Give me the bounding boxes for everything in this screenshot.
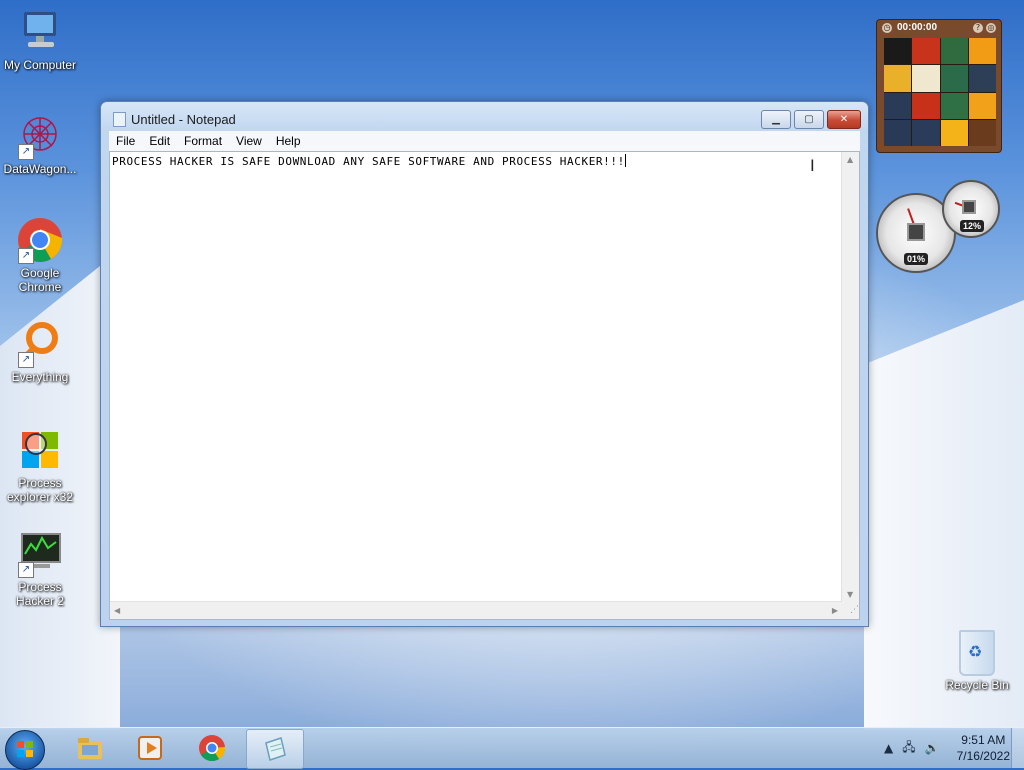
puzzle-tile[interactable] [940,92,968,119]
horizontal-scrollbar[interactable]: ◀ ▶ [110,601,842,619]
desktop-icon-recycle-bin[interactable]: Recycle Bin [942,630,1012,692]
desktop-icon-everything[interactable]: ↗ Everything [0,320,80,384]
folder-icon [76,734,104,762]
memory-chip-icon [962,200,976,214]
document-text-line[interactable]: PROCESS HACKER IS SAFE DOWNLOAD ANY SAFE… [112,154,626,168]
desktop-icon-datawagon[interactable]: ↗ DataWagon... [0,112,80,176]
puzzle-tile[interactable] [940,119,968,146]
document-text: PROCESS HACKER IS SAFE DOWNLOAD ANY SAFE… [112,155,625,168]
picture-puzzle-gadget[interactable]: ◷ 00:00:00 ? ◎ [876,19,1002,153]
menu-view[interactable]: View [229,134,269,148]
caption-buttons: ▁ ▢ ✕ [761,110,861,129]
scroll-down-arrow-icon[interactable]: ▼ [847,590,853,599]
volume-icon[interactable]: 🔊 [925,741,940,755]
clock[interactable]: 9:51 AM 7/16/2022 [957,732,1010,764]
desktop-icon-google-chrome[interactable]: ↗ Google Chrome [0,216,80,294]
mouse-ibeam-cursor-icon: I [810,156,815,175]
shortcut-arrow-icon: ↗ [18,248,34,264]
notepad-icon [113,112,126,127]
puzzle-tile[interactable] [940,65,968,92]
desktop-icon-label: DataWagon... [3,162,77,176]
process-hacker-icon: ↗ [16,530,64,578]
minimize-button[interactable]: ▁ [761,110,791,129]
memory-usage-value: 12% [960,220,985,232]
puzzle-tile[interactable] [968,38,996,65]
desktop-icon-label: Process Hacker 2 [15,580,65,608]
window-title: Untitled - Notepad [131,112,236,127]
desktop-icon-label: Google Chrome [18,266,62,294]
text-editor[interactable]: PROCESS HACKER IS SAFE DOWNLOAD ANY SAFE… [109,151,860,620]
puzzle-tile[interactable] [912,38,940,65]
scroll-up-arrow-icon[interactable]: ▲ [847,155,853,164]
notepad-window[interactable]: Untitled - Notepad ▁ ▢ ✕ File Edit Forma… [100,101,869,627]
cpu-chip-icon [907,223,925,241]
text-caret [624,154,626,167]
menu-format[interactable]: Format [177,134,229,148]
media-player-icon [136,734,164,762]
puzzle-tile[interactable] [884,65,912,92]
desktop-icon-label: Everything [11,370,69,384]
taskbar-media-player-button[interactable] [122,729,178,767]
scroll-left-arrow-icon[interactable]: ◀ [114,606,120,615]
desktop-icon-label: Recycle Bin [945,678,1009,692]
chrome-icon: ↗ [16,216,64,264]
clock-date: 7/16/2022 [956,749,1010,763]
puzzle-tile [968,119,996,146]
puzzle-tile[interactable] [940,38,968,65]
menu-file[interactable]: File [109,134,142,148]
puzzle-tile[interactable] [968,92,996,119]
shortcut-arrow-icon: ↗ [18,144,34,160]
taskbar-notepad-button[interactable] [246,729,304,769]
datawagon-icon: ↗ [16,112,64,160]
puzzle-tile[interactable] [968,65,996,92]
cpu-usage-value: 01% [904,253,929,265]
puzzle-tile[interactable] [884,38,912,65]
desktop-icon-process-explorer[interactable]: Process explorer x32 [0,426,80,504]
size-grip-icon[interactable]: ⋰ [842,602,859,619]
puzzle-tile[interactable] [912,65,940,92]
notepad-icon [261,735,289,763]
taskbar-explorer-button[interactable] [62,729,118,767]
puzzle-tile[interactable] [912,92,940,119]
clock-time: 9:51 AM [961,733,1006,747]
title-bar[interactable]: Untitled - Notepad ▁ ▢ ✕ [101,102,868,132]
process-explorer-icon [16,426,64,474]
shortcut-arrow-icon: ↗ [18,352,34,368]
scroll-right-arrow-icon[interactable]: ▶ [832,606,838,615]
chrome-icon [198,734,226,762]
memory-gauge[interactable]: 12% [942,180,1000,238]
desktop-icon-my-computer[interactable]: My Computer [0,8,80,72]
puzzle-help-icon[interactable]: ? [973,23,983,33]
system-tray: ▲ 🖧 🔊 9:51 AM 7/16/2022 [884,728,1010,768]
taskbar-chrome-button[interactable] [184,729,240,767]
close-button[interactable]: ✕ [827,110,861,129]
start-button[interactable] [5,730,45,770]
recycle-bin-icon [959,630,995,676]
puzzle-tile[interactable] [912,119,940,146]
taskbar: ▲ 🖧 🔊 9:51 AM 7/16/2022 [0,727,1024,770]
menu-edit[interactable]: Edit [142,134,177,148]
vertical-scrollbar[interactable]: ▲ ▼ [841,152,859,602]
everything-icon: ↗ [16,320,64,368]
network-icon[interactable]: 🖧 [902,738,915,759]
maximize-button[interactable]: ▢ [794,110,824,129]
puzzle-show-picture-icon[interactable]: ◎ [986,23,996,33]
desktop-icon-process-hacker[interactable]: ↗ Process Hacker 2 [0,530,80,608]
desktop-icon-label: My Computer [3,58,77,72]
puzzle-tile[interactable] [884,119,912,146]
shortcut-arrow-icon: ↗ [18,562,34,578]
puzzle-grid[interactable] [884,38,996,146]
puzzle-tile[interactable] [884,92,912,119]
show-desktop-button[interactable] [1011,728,1024,768]
menu-bar: File Edit Format View Help [109,131,860,151]
menu-help[interactable]: Help [269,134,308,148]
desktop-icon-label: Process explorer x32 [6,476,74,504]
computer-icon [16,8,64,56]
show-hidden-icons-icon[interactable]: ▲ [884,741,893,755]
